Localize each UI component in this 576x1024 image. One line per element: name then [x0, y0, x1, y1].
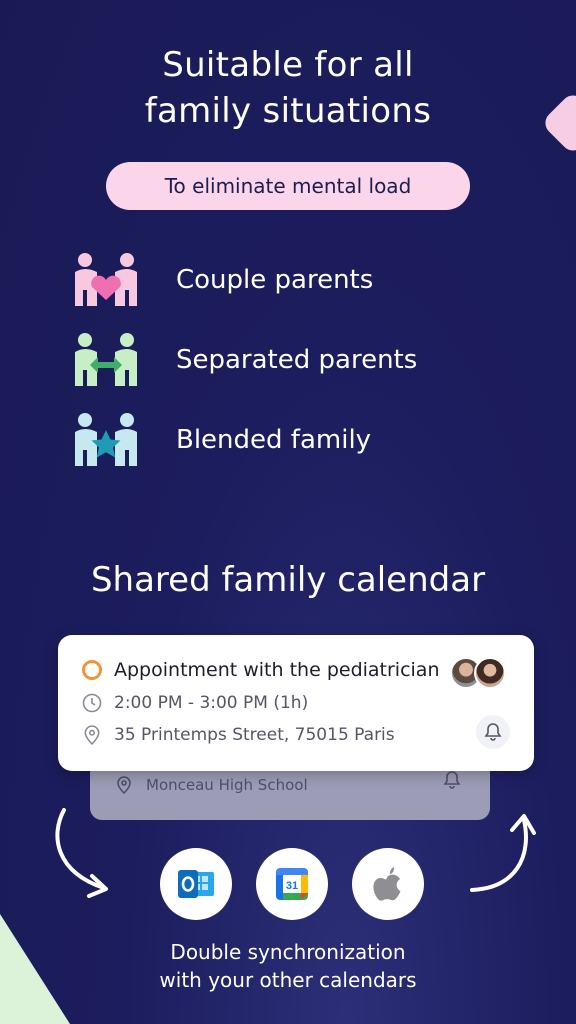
bell-icon [484, 723, 502, 741]
back-card-location: Monceau High School [116, 776, 308, 794]
apple-icon[interactable] [352, 848, 424, 920]
bell-icon[interactable] [442, 770, 462, 794]
situation-separated-parents: Separated parents [72, 330, 502, 390]
event-address: 35 Printemps Street, 75015 Paris [114, 725, 395, 745]
location-pin-icon [117, 776, 131, 794]
avatar [474, 657, 506, 689]
event-time: 2:00 PM - 3:00 PM (1h) [114, 693, 309, 713]
participants-avatars[interactable] [450, 657, 508, 691]
google-calendar-day: 31 [286, 880, 298, 892]
couple-parents-icon [75, 253, 137, 306]
section-title: Shared family calendar [90, 560, 486, 600]
event-status-ring-icon [82, 660, 102, 680]
event-card[interactable]: Appointment with the pediatrician 2:00 P… [58, 635, 534, 771]
mental-load-pill: To eliminate mental load [106, 162, 470, 210]
event-address-row: 35 Printemps Street, 75015 Paris [82, 725, 395, 745]
situation-couple-parents: Couple parents [72, 250, 502, 310]
situation-blended-family: Blended family [72, 410, 502, 470]
reminder-bell-button[interactable] [476, 715, 510, 749]
clock-icon [82, 693, 102, 713]
situation-label: Separated parents [176, 345, 418, 375]
blended-family-icon [75, 413, 137, 466]
event-title-row: Appointment with the pediatrician [82, 659, 440, 681]
google-calendar-icon[interactable]: 31 [256, 848, 328, 920]
curved-arrow-left-icon [55, 808, 108, 898]
event-title: Appointment with the pediatrician [114, 659, 440, 681]
separated-parents-icon [75, 333, 137, 386]
curved-arrow-right-icon [470, 814, 536, 892]
sync-caption: Double synchronization with your other c… [159, 940, 417, 992]
outlook-icon[interactable] [160, 848, 232, 920]
location-pin-icon [84, 725, 100, 745]
event-time-row: 2:00 PM - 3:00 PM (1h) [82, 693, 308, 713]
situation-label: Couple parents [176, 265, 374, 295]
situation-label: Blended family [176, 425, 372, 455]
page-headline: Suitable for all family situations [144, 45, 432, 131]
